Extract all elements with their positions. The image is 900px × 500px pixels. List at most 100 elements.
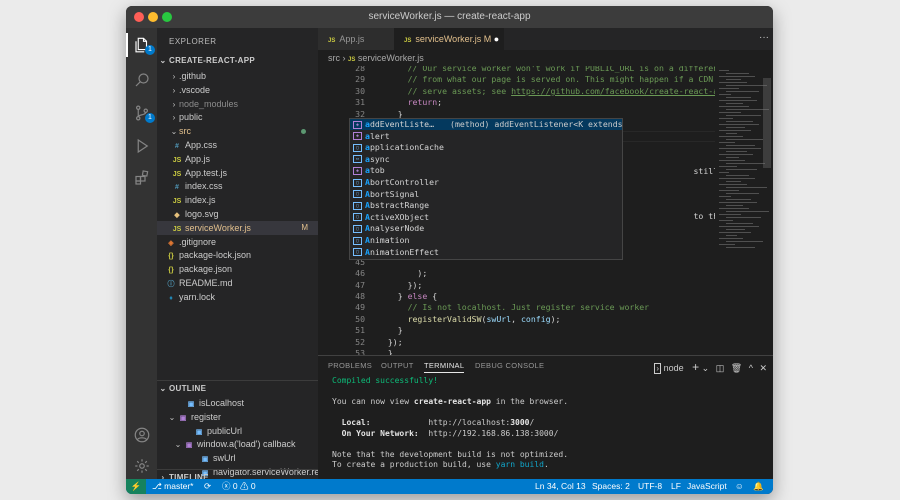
breadcrumb-folder[interactable]: src	[328, 53, 340, 63]
tree-item[interactable]: › .github	[157, 69, 318, 83]
suggestion-item[interactable]: ▢ AbortSignal	[350, 189, 622, 200]
tree-item[interactable]: › .vscode	[157, 83, 318, 97]
tree-item-label: App.css	[185, 140, 218, 150]
close-panel-icon[interactable]: ✕	[759, 363, 767, 373]
eol-status[interactable]: LF	[671, 479, 681, 494]
search-icon[interactable]	[130, 68, 153, 91]
minimap-line	[719, 82, 747, 83]
language-mode[interactable]: JavaScript	[687, 479, 727, 494]
tab-service-worker-js[interactable]: JS serviceWorker.js M ●	[394, 28, 504, 50]
extensions-icon[interactable]	[130, 166, 153, 189]
minimap-line	[719, 88, 739, 89]
minimap-line	[719, 196, 731, 197]
source-control-icon[interactable]: 1	[130, 101, 155, 124]
tree-item[interactable]: ◈ .gitignore	[157, 235, 318, 249]
line-number: 52	[355, 336, 365, 347]
tree-item[interactable]: JS serviceWorker.js M	[157, 220, 318, 235]
tree-item[interactable]: › node_modules	[157, 97, 318, 111]
feedback-icon[interactable]: ☺	[735, 479, 744, 494]
tree-item[interactable]: ⌄ src	[157, 124, 318, 138]
suggestion-item[interactable]: ▢ AnimationEffect	[350, 247, 622, 258]
outline-item[interactable]: ▣ isLocalhost	[157, 396, 318, 410]
tree-item[interactable]: {} package.json	[157, 262, 318, 276]
suggestion-item[interactable]: ◈ alert	[350, 131, 622, 142]
variable-icon: ▢	[353, 201, 362, 210]
terminal-select[interactable]: node	[664, 363, 684, 373]
run-debug-icon[interactable]	[130, 134, 153, 157]
suggestion-item[interactable]: ▢ AbortController	[350, 177, 622, 188]
suggestion-label: pplicationCache	[369, 142, 444, 153]
tab-terminal[interactable]: TERMINAL	[424, 361, 465, 373]
tree-item[interactable]: › public	[157, 110, 318, 124]
tab-app-js[interactable]: JS App.js	[318, 28, 394, 50]
minimap-line	[719, 214, 741, 215]
minimap-line	[719, 148, 761, 149]
outline-item-label: isLocalhost	[199, 398, 245, 408]
encoding-status[interactable]: UTF-8	[638, 479, 662, 494]
outline-item[interactable]: ▣ swUrl	[157, 451, 318, 465]
tree-item[interactable]: ◆ logo.svg	[157, 207, 318, 221]
tree-item[interactable]: # App.css	[157, 138, 318, 152]
explorer-icon[interactable]: 1	[130, 33, 155, 56]
suggestion-item[interactable]: ▢ Animation	[350, 235, 622, 246]
tree-item-label: App.js	[185, 153, 211, 164]
minimap-line	[726, 121, 753, 122]
suggestion-item[interactable]: ▭ async	[350, 154, 622, 165]
breadcrumb: src › JS serviceWorker.js	[328, 53, 424, 63]
tab-problems[interactable]: PROBLEMS	[328, 361, 372, 370]
tree-item[interactable]: {} package-lock.json	[157, 248, 318, 262]
tree-item[interactable]: ⓘ README.md	[157, 276, 318, 290]
indentation-status[interactable]: Spaces: 2	[592, 479, 630, 494]
tree-item-label: .gitignore	[179, 236, 217, 247]
terminal-icon: ›	[654, 363, 662, 374]
outline-header[interactable]: ⌄ OUTLINE	[157, 380, 318, 396]
cursor-position[interactable]: Ln 34, Col 13	[535, 479, 586, 494]
tree-item[interactable]: JS App.test.js	[157, 166, 318, 180]
minimap-line	[719, 106, 749, 107]
branch-status[interactable]: ⎇ master*	[152, 479, 193, 494]
suggestion-item[interactable]: ▢ applicationCache	[350, 142, 622, 153]
tree-item[interactable]: ♦ yarn.lock	[157, 290, 318, 304]
line-number: 50	[355, 313, 365, 324]
minimap-line	[726, 217, 761, 218]
git-branch-icon: ⎇	[152, 481, 165, 491]
unsaved-dot-icon[interactable]: ●	[494, 34, 499, 44]
add-terminal-icon[interactable]: +	[692, 360, 699, 374]
terminal-output[interactable]: Compiled successfully! You can now view …	[332, 376, 767, 492]
tab-output[interactable]: OUTPUT	[381, 361, 414, 370]
remote-icon[interactable]: ⚡	[126, 479, 146, 494]
tree-item[interactable]: JS index.js	[157, 193, 318, 207]
minimap-line	[726, 151, 747, 152]
maximize-panel-icon[interactable]: ^	[749, 363, 753, 373]
suggestion-item[interactable]: ◈ addEventListe… (method) addEventListener…	[350, 119, 622, 131]
account-icon[interactable]	[130, 423, 153, 446]
tree-item-label: public	[179, 112, 203, 123]
breadcrumb-file[interactable]: serviceWorker.js	[358, 53, 424, 63]
line-number: 49	[355, 302, 365, 313]
outline-item[interactable]: ▣ publicUrl	[157, 424, 318, 438]
minimap-line	[719, 220, 733, 221]
chevron-down-icon[interactable]: ⌄	[702, 363, 710, 373]
suggestion-item[interactable]: ◈ atob	[350, 165, 622, 176]
tree-item-label: package-lock.json	[179, 250, 252, 261]
minimap-line	[719, 100, 757, 101]
tree-item[interactable]: JS App.js	[157, 152, 318, 166]
suggestion-item[interactable]: ▢ ActiveXObject	[350, 212, 622, 223]
project-folder-header[interactable]: ⌄ CREATE-REACT-APP	[157, 53, 318, 69]
problems-status[interactable]: ⓧ 0 ⚠ 0	[222, 479, 256, 494]
suggestion-item[interactable]: ▢ AnalyserNode	[350, 223, 622, 234]
editor-scrollbar[interactable]	[763, 78, 771, 168]
minimap-line	[726, 241, 763, 242]
notifications-bell-icon[interactable]: 🔔	[753, 479, 764, 494]
more-actions-icon[interactable]: ···	[759, 32, 769, 43]
tab-debug-console[interactable]: DEBUG CONSOLE	[475, 361, 544, 370]
split-terminal-icon[interactable]: ◫	[716, 363, 725, 373]
suggestion-item[interactable]: ▢ AbstractRange	[350, 200, 622, 211]
tree-item[interactable]: # index.css	[157, 179, 318, 193]
manage-gear-icon[interactable]	[130, 454, 153, 477]
sync-icon[interactable]: ⟳	[204, 479, 211, 494]
tree-item-label: serviceWorker.js	[185, 222, 251, 233]
trash-icon[interactable]: 🗑	[731, 363, 742, 373]
outline-item[interactable]: ⌄ ▣ window.a('load') callback	[157, 437, 318, 451]
outline-item[interactable]: ⌄ ▣ register	[157, 410, 318, 424]
